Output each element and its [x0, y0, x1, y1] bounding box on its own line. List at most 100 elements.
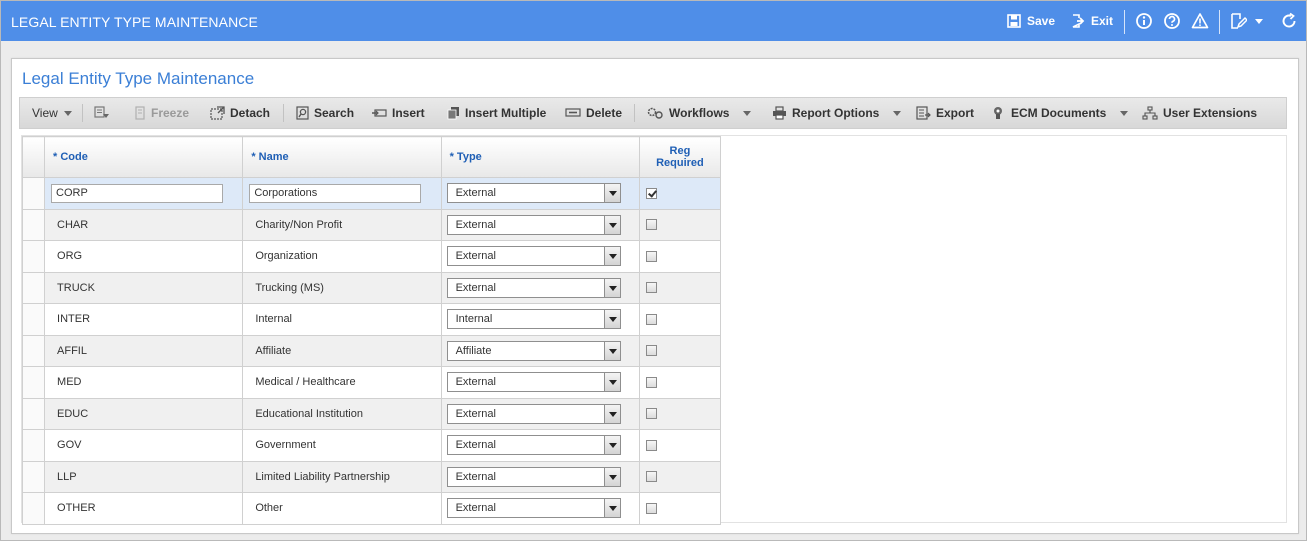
search-button[interactable]: Search [296, 98, 354, 128]
table-row[interactable]: OTHER Other External [21, 492, 722, 525]
type-select[interactable]: External [446, 183, 621, 204]
export-button[interactable]: Export [916, 98, 974, 128]
cell-type[interactable]: External [440, 208, 640, 241]
dropdown-arrow-icon[interactable] [603, 341, 620, 360]
name-input[interactable]: Corporations [249, 183, 422, 203]
row-selector[interactable] [21, 460, 46, 493]
cell-type[interactable]: External [440, 397, 640, 430]
ecm-documents-menu[interactable]: ECM Documents [991, 98, 1129, 128]
dropdown-arrow-icon[interactable] [603, 436, 620, 455]
reg-required-checkbox[interactable] [645, 219, 657, 231]
report-options-menu[interactable]: Report Options [772, 98, 902, 128]
dropdown-arrow-icon[interactable] [603, 247, 620, 266]
dropdown-arrow-icon[interactable] [603, 404, 620, 423]
cell-type[interactable]: External [440, 240, 640, 273]
reg-required-checkbox[interactable] [645, 471, 657, 483]
row-selector[interactable] [21, 271, 46, 304]
cell-code[interactable]: CORP [44, 177, 244, 210]
reg-required-checkbox[interactable] [645, 250, 657, 262]
cell-type[interactable]: Internal [440, 303, 640, 336]
row-selector[interactable] [21, 208, 46, 241]
table-row[interactable]: CHAR Charity/Non Profit External [21, 208, 722, 241]
dropdown-arrow-icon[interactable] [603, 310, 620, 329]
workflows-menu[interactable]: Workflows [647, 98, 752, 128]
cell-reg-required[interactable] [638, 460, 722, 493]
cell-type[interactable]: External [440, 177, 640, 210]
dropdown-arrow-icon[interactable] [603, 499, 620, 518]
refresh-icon[interactable] [1280, 12, 1298, 30]
cell-reg-required[interactable] [638, 429, 722, 462]
cell-reg-required[interactable] [638, 240, 722, 273]
type-select[interactable]: External [446, 246, 621, 267]
reg-required-checkbox[interactable] [645, 376, 657, 388]
cell-type[interactable]: External [440, 492, 640, 525]
warning-icon[interactable] [1191, 12, 1209, 30]
row-selector[interactable] [21, 303, 46, 336]
cell-reg-required[interactable] [638, 334, 722, 367]
table-row[interactable]: GOV Government External [21, 429, 722, 462]
type-select[interactable]: External [446, 435, 621, 456]
reg-required-checkbox[interactable] [645, 313, 657, 325]
dropdown-arrow-icon[interactable] [603, 184, 620, 203]
dropdown-arrow-icon[interactable] [603, 373, 620, 392]
row-selector[interactable] [21, 429, 46, 462]
user-extensions-button[interactable]: User Extensions [1142, 98, 1257, 128]
chevron-down-icon[interactable] [1253, 12, 1265, 30]
type-select[interactable]: External [446, 466, 621, 487]
row-selector[interactable] [21, 492, 46, 525]
cell-reg-required[interactable] [638, 397, 722, 430]
column-header-name[interactable]: * Name [242, 136, 442, 178]
type-select[interactable]: External [446, 277, 621, 298]
column-header-reg-required[interactable]: Reg Required [638, 136, 722, 178]
dropdown-arrow-icon[interactable] [603, 467, 620, 486]
table-row[interactable]: ORG Organization External [21, 240, 722, 273]
cell-reg-required[interactable] [638, 208, 722, 241]
edit-notes-icon[interactable] [1229, 12, 1247, 30]
table-row[interactable]: CORP Corporations External [21, 177, 722, 210]
table-row[interactable]: EDUC Educational Institution External [21, 397, 722, 430]
column-header-type[interactable]: * Type [440, 136, 640, 178]
row-selector[interactable] [21, 334, 46, 367]
cell-type[interactable]: Affiliate [440, 334, 640, 367]
cell-reg-required[interactable] [638, 177, 722, 210]
filter-button[interactable] [94, 98, 115, 128]
cell-type[interactable]: External [440, 429, 640, 462]
type-select[interactable]: Internal [446, 309, 621, 330]
detach-button[interactable]: Detach [210, 98, 270, 128]
insert-button[interactable]: Insert [371, 98, 425, 128]
row-selector[interactable] [21, 397, 46, 430]
info-icon[interactable] [1135, 12, 1153, 30]
type-select[interactable]: External [446, 372, 621, 393]
reg-required-checkbox[interactable] [645, 502, 657, 514]
exit-button[interactable]: Exit [1071, 11, 1113, 31]
reg-required-checkbox[interactable] [645, 282, 657, 294]
cell-reg-required[interactable] [638, 271, 722, 304]
reg-required-checkbox[interactable] [645, 439, 657, 451]
cell-type[interactable]: External [440, 366, 640, 399]
cell-type[interactable]: External [440, 271, 640, 304]
reg-required-checkbox[interactable] [645, 187, 657, 199]
code-input[interactable]: CORP [51, 183, 224, 203]
column-header-code[interactable]: * Code [44, 136, 244, 178]
cell-reg-required[interactable] [638, 492, 722, 525]
row-selector[interactable] [21, 240, 46, 273]
cell-name[interactable]: Corporations [242, 177, 442, 210]
row-selector[interactable] [21, 177, 46, 210]
save-button[interactable]: Save [1007, 11, 1055, 31]
dropdown-arrow-icon[interactable] [603, 215, 620, 234]
freeze-button[interactable]: Freeze [134, 98, 189, 128]
table-row[interactable]: AFFIL Affiliate Affiliate [21, 334, 722, 367]
type-select[interactable]: Affiliate [446, 340, 621, 361]
type-select[interactable]: External [446, 403, 621, 424]
help-icon[interactable] [1163, 12, 1181, 30]
table-row[interactable]: MED Medical / Healthcare External [21, 366, 722, 399]
cell-reg-required[interactable] [638, 303, 722, 336]
view-menu[interactable]: View [32, 98, 72, 128]
insert-multiple-button[interactable]: Insert Multiple [447, 98, 546, 128]
row-selector[interactable] [21, 366, 46, 399]
table-row[interactable]: INTER Internal Internal [21, 303, 722, 336]
dropdown-arrow-icon[interactable] [603, 278, 620, 297]
table-row[interactable]: LLP Limited Liability Partnership External [21, 460, 722, 493]
delete-button[interactable]: Delete [565, 98, 622, 128]
reg-required-checkbox[interactable] [645, 408, 657, 420]
